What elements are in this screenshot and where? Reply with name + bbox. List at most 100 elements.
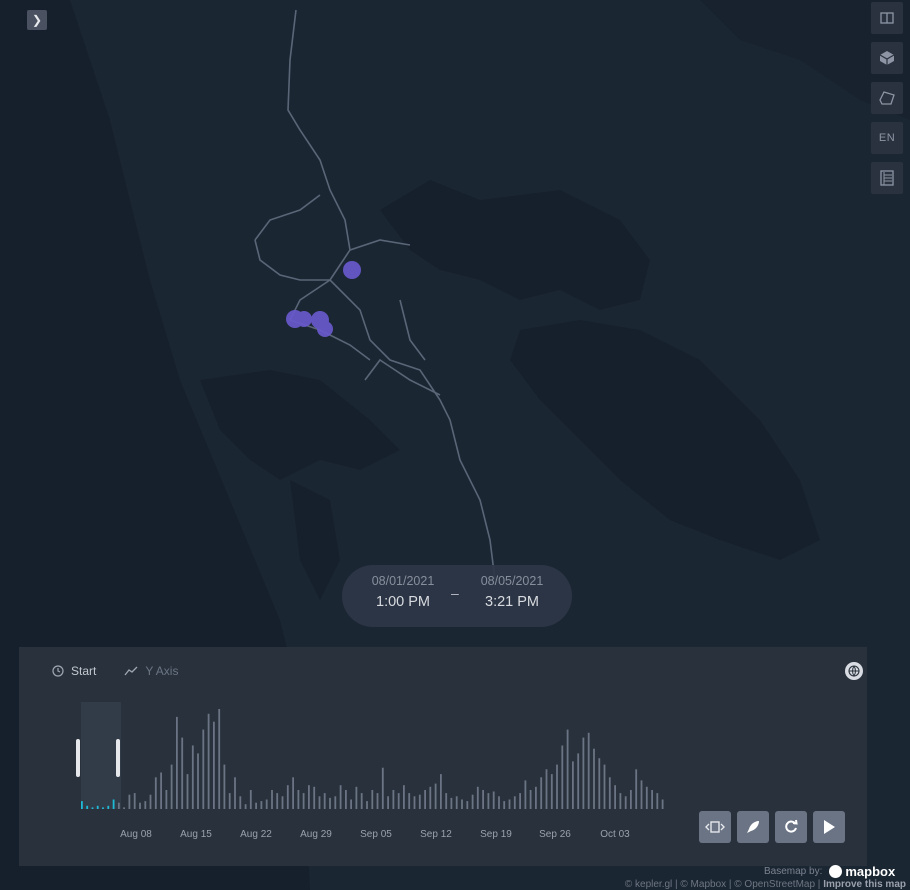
histogram-bar	[550, 774, 553, 809]
histogram-bar	[133, 793, 136, 809]
histogram-bar	[186, 774, 189, 809]
language-button[interactable]: EN	[871, 122, 903, 154]
line-chart-icon	[124, 666, 138, 676]
start-label: Start	[71, 664, 97, 678]
histogram-bar	[149, 794, 152, 809]
histogram-bar	[218, 709, 221, 809]
histogram-bar	[519, 793, 521, 809]
histogram-bar	[244, 804, 247, 809]
histogram-bar	[476, 786, 479, 809]
histogram-bar	[408, 793, 411, 809]
speed-icon	[705, 821, 725, 833]
selection-window[interactable]	[81, 702, 121, 809]
globe-icon	[848, 665, 860, 677]
start-selector[interactable]: Start	[52, 664, 96, 678]
histogram-bar	[313, 786, 316, 809]
histogram-bar	[286, 785, 289, 809]
axis-tick-label: Sep 12	[420, 829, 452, 840]
histogram-bar	[614, 785, 616, 809]
histogram-bar	[154, 777, 157, 809]
histogram-bar	[197, 753, 199, 809]
histogram-bar	[381, 767, 384, 809]
histogram-bar	[81, 801, 83, 809]
play-button[interactable]	[813, 811, 845, 843]
histogram-bar	[545, 769, 548, 809]
map-attribution: © kepler.gl | © Mapbox | © OpenStreetMap…	[625, 879, 906, 890]
histogram-bar	[556, 764, 558, 809]
histogram-bar	[255, 802, 257, 809]
axis-tick-label: Aug 22	[240, 829, 272, 840]
histogram-bar	[640, 780, 643, 809]
timeline-panel: Start Y Axis Aug 08 Aug 15 Aug 22 Aug 29 Sep…	[19, 647, 867, 866]
histogram-bar	[334, 796, 337, 809]
mapbox-brand: mapbox	[829, 864, 895, 879]
axis-tick-label: Sep 26	[539, 829, 571, 840]
rocket-icon	[747, 821, 759, 833]
sidebar-toggle-button[interactable]: ❯	[27, 10, 47, 30]
histogram-bar	[234, 777, 236, 809]
speed-button[interactable]	[699, 811, 731, 843]
axis-tick-label: Aug 29	[300, 829, 332, 840]
histogram-bar	[376, 793, 379, 809]
chevron-right-icon: ❯	[31, 13, 43, 27]
histogram-bar	[487, 793, 490, 809]
animation-speed-button[interactable]	[737, 811, 769, 843]
histogram-bar	[645, 786, 648, 809]
histogram-bar	[302, 793, 305, 809]
histogram-bar	[297, 790, 300, 809]
histogram-bar	[624, 796, 627, 809]
histogram-bar	[176, 716, 178, 809]
histogram-bar	[102, 807, 104, 809]
histogram-bar	[566, 729, 569, 809]
start-time-display: 08/01/2021 1:00 PM	[358, 574, 448, 610]
histogram-bar	[397, 793, 400, 809]
histogram-bar	[587, 732, 590, 809]
histogram-bar	[492, 791, 495, 809]
legend-button[interactable]	[871, 162, 903, 194]
histogram-bar	[107, 805, 110, 809]
3d-view-button[interactable]	[871, 42, 903, 74]
histogram-bar	[598, 758, 601, 809]
timeline-header: Start Y Axis	[52, 664, 178, 678]
histogram-bar	[429, 786, 432, 809]
histogram-bar	[329, 797, 331, 809]
axis-tick-label: Oct 03	[600, 829, 630, 840]
histogram-bar	[450, 797, 453, 809]
time-histogram[interactable]: Aug 08 Aug 15 Aug 22 Aug 29 Sep 05 Sep 12 Sep …	[19, 702, 699, 890]
histogram-bar	[424, 790, 426, 809]
brush-handle-start[interactable]	[76, 739, 80, 777]
histogram-bar	[561, 745, 564, 809]
histogram-bar	[619, 793, 622, 809]
histogram-bar	[371, 790, 374, 809]
histogram-bar	[360, 793, 363, 809]
histogram-bar	[466, 801, 469, 809]
histogram-bar	[461, 799, 463, 809]
mapbox-logo[interactable]: Basemap by: mapbox	[764, 864, 895, 879]
loop-button[interactable]	[775, 811, 807, 843]
histogram-bar	[223, 764, 226, 809]
histogram-bar	[339, 785, 342, 809]
attribution-text: © kepler.gl | © Mapbox | © OpenStreetMap…	[624, 879, 821, 890]
histogram-bar	[603, 764, 606, 809]
brush-handle-end[interactable]	[116, 739, 120, 777]
histogram-bar	[661, 799, 664, 809]
draw-button[interactable]	[871, 82, 903, 114]
yaxis-selector[interactable]: Y Axis	[124, 664, 178, 678]
histogram-bar	[239, 796, 242, 809]
histogram-bar	[165, 790, 168, 809]
draw-polygon-icon	[879, 91, 895, 105]
histogram-bar	[535, 786, 537, 809]
histogram-bar	[635, 769, 638, 809]
axis-tick-label: Aug 15	[180, 829, 212, 840]
language-label: EN	[878, 132, 896, 144]
split-map-button[interactable]	[871, 2, 903, 34]
improve-map-link[interactable]: Improve this map	[823, 879, 906, 890]
histogram-bar	[202, 729, 205, 809]
histogram-bar	[392, 790, 395, 809]
mapbox-brand-text: mapbox	[845, 864, 896, 879]
histogram-bar	[471, 794, 474, 809]
histogram-bar	[86, 805, 89, 809]
histogram-bar	[387, 796, 389, 809]
timezone-button[interactable]	[845, 662, 863, 680]
histogram-bar	[228, 793, 231, 809]
